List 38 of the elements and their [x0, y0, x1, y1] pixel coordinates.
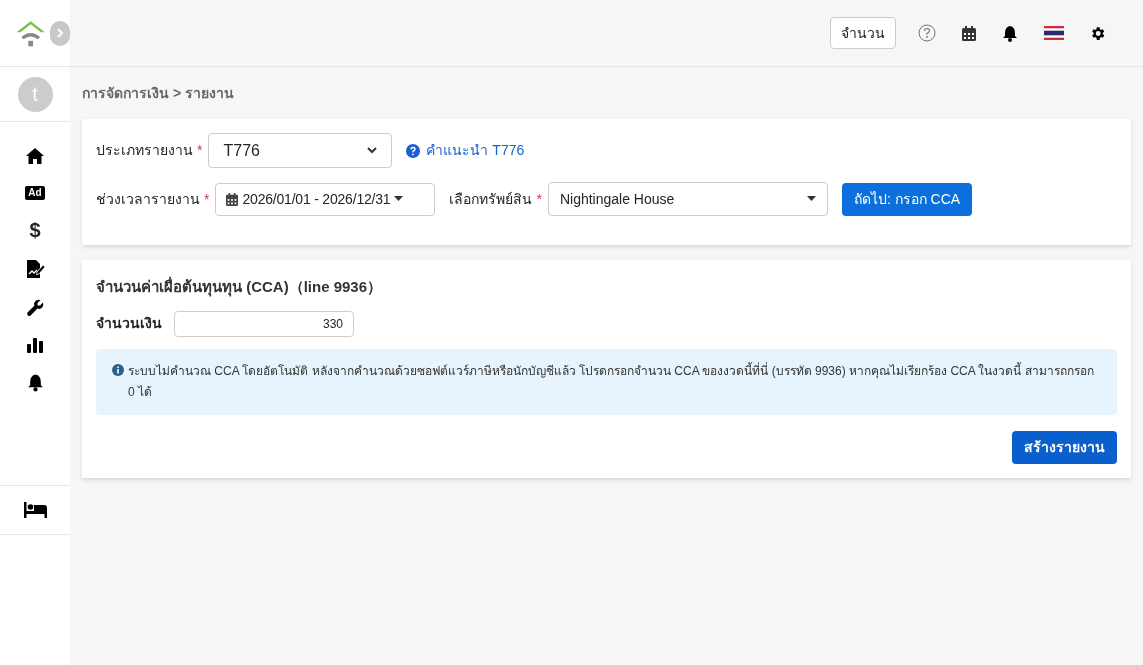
- calendar-icon[interactable]: [962, 25, 976, 41]
- amount-field[interactable]: 330: [174, 310, 354, 337]
- required-mark: *: [197, 141, 203, 160]
- create-report-button[interactable]: สร้างรายงาน: [1012, 430, 1117, 464]
- report-type-label: ประเภทรายงาน: [96, 141, 193, 160]
- settings-icon[interactable]: [1089, 24, 1106, 42]
- info-icon: [112, 363, 124, 376]
- caret-icon: [806, 196, 816, 202]
- flag-icon[interactable]: [1044, 26, 1064, 40]
- bar-chart-icon[interactable]: [27, 337, 43, 353]
- dollar-icon[interactable]: $: [29, 218, 41, 242]
- notification-icon[interactable]: [1002, 24, 1018, 42]
- ad-icon[interactable]: Ad: [25, 186, 45, 200]
- bed-icon[interactable]: [23, 502, 47, 518]
- count-button[interactable]: จำนวน: [830, 17, 896, 49]
- required-mark: *: [204, 189, 210, 209]
- document-icon[interactable]: [25, 259, 45, 279]
- home-icon[interactable]: [25, 147, 45, 165]
- chevron-right-icon: [55, 28, 66, 38]
- wrench-icon[interactable]: [26, 299, 44, 317]
- section-title: จำนวนค่าเผื่อต้นทุนทุน (CCA)（line 9936）: [96, 276, 384, 299]
- report-type-select[interactable]: T776: [208, 133, 393, 168]
- caret-icon: [394, 196, 404, 202]
- required-mark: *: [536, 189, 542, 209]
- chevron-icon: [367, 147, 378, 154]
- calendar-icon: [226, 192, 239, 206]
- guide-link[interactable]: คำแนะนำ T776: [426, 140, 525, 161]
- asset-select[interactable]: Nightingale House: [547, 182, 828, 216]
- info-text: ระบบไม่คำนวณ CCA โดยอัตโนมัติ หลังจากคำนวณด้วยซอฟต์แวร์ภาษีหรือนักบัญชีแล้ว โปรดกรอกจำนวน CCA ของงวดนี้ที่นี่ (บรรทัด 9936) หากคุณไม่เรียกร้อง CCA ในงวดนี้ สามารถกรอก 0 ได้: [128, 361, 1095, 401]
- help-icon[interactable]: [918, 24, 936, 42]
- breadcrumb: การจัดการเงิน > รายงาน: [82, 84, 235, 103]
- period-label: ช่วงเวลารายงาน: [96, 189, 200, 209]
- notification-icon[interactable]: [26, 373, 44, 392]
- amount-label: จำนวนเงิน: [96, 314, 162, 333]
- asset-label: เลือกทรัพย์สิน: [449, 189, 533, 209]
- next-button[interactable]: ถัดไป: กรอก CCA: [841, 182, 973, 216]
- date-range-field[interactable]: 2026/01/01 - 2026/12/31: [215, 182, 436, 216]
- help-icon: [406, 143, 421, 158]
